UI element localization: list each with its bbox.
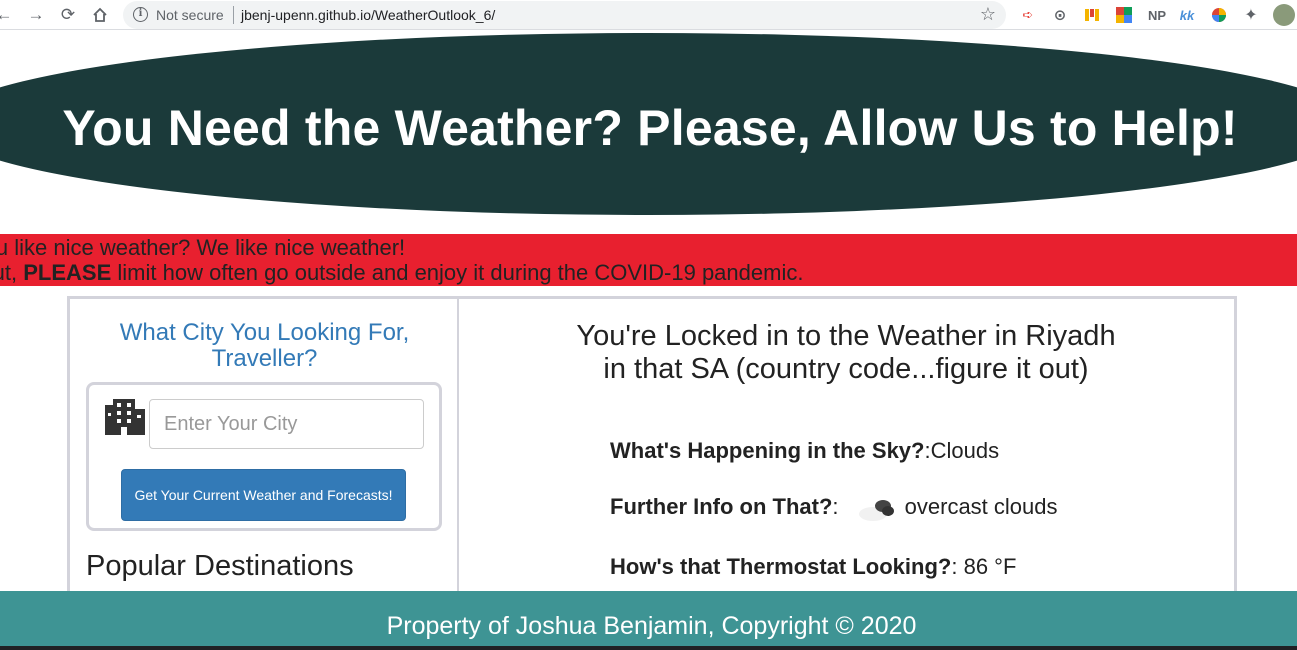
reload-icon[interactable]: ⟳ xyxy=(56,3,80,27)
address-bar[interactable]: i Not secure jbenj-upenn.github.io/Weath… xyxy=(123,1,1006,29)
extension-grid-icon[interactable] xyxy=(1114,5,1134,25)
taskbar-edge xyxy=(0,646,1297,650)
temp-label: How's that Thermostat Looking? xyxy=(610,554,952,579)
extension-circle-icon[interactable]: ⊙ xyxy=(1050,5,1070,25)
home-icon[interactable] xyxy=(88,3,112,27)
url-text[interactable]: jbenj-upenn.github.io/WeatherOutlook_6/ xyxy=(241,7,495,23)
sky-value: Clouds xyxy=(930,438,1000,463)
extensions-puzzle-icon[interactable]: ✦ xyxy=(1241,5,1261,25)
extension-kk-icon[interactable]: kk xyxy=(1177,5,1197,25)
avatar[interactable] xyxy=(1273,4,1295,26)
extension-arrow-icon[interactable]: ➪ xyxy=(1018,5,1038,25)
browser-toolbar: ← → ⟳ i Not secure jbenj-upenn.github.io… xyxy=(0,0,1297,30)
banner-line-1: You like nice weather? We like nice weat… xyxy=(0,235,406,260)
banner-line-2: But, PLEASE limit how often go outside a… xyxy=(0,260,803,286)
banner-line-2-prefix: But, xyxy=(0,260,18,285)
weather-sky-row: What's Happening in the Sky?:Clouds xyxy=(610,438,1000,463)
info-value: overcast clouds xyxy=(904,494,1058,519)
extension-bars-icon[interactable] xyxy=(1082,5,1102,25)
footer-copyright: Property of Joshua Benjamin, Copyright ©… xyxy=(386,612,917,640)
site-header: You Need the Weather? Please, Allow Us t… xyxy=(0,33,1297,215)
info-icon[interactable]: i xyxy=(133,7,148,22)
weather-title: You're Locked in to the Weather in Riyad… xyxy=(576,320,1116,385)
back-icon[interactable]: ← xyxy=(0,3,16,27)
info-label: Further Info on That? xyxy=(610,494,833,519)
extension-color-wheel-icon[interactable] xyxy=(1209,5,1229,25)
banner-emphasis: PLEASE xyxy=(23,260,112,285)
popular-destinations-heading: Popular Destinations xyxy=(86,550,354,582)
weather-temp-row: How's that Thermostat Looking?: 86 °F xyxy=(610,554,1017,579)
temp-value: 86 °F xyxy=(963,554,1017,579)
extension-np-icon[interactable]: NP xyxy=(1145,5,1169,25)
sky-label: What's Happening in the Sky? xyxy=(610,438,925,463)
forward-icon[interactable]: → xyxy=(24,3,48,27)
security-label: Not secure xyxy=(156,7,224,23)
covid-banner: You like nice weather? We like nice weat… xyxy=(0,234,1297,286)
search-heading: What City You Looking For, Traveller? xyxy=(119,319,410,372)
get-weather-button[interactable]: Get Your Current Weather and Forecasts! xyxy=(121,469,406,521)
bookmark-star-icon[interactable]: ☆ xyxy=(980,4,996,25)
building-icon xyxy=(103,399,147,435)
banner-line-2-suffix: limit how often go outside and enjoy it … xyxy=(111,260,804,285)
page-title: You Need the Weather? Please, Allow Us t… xyxy=(62,100,1238,156)
weather-info-row: Further Info on That?: overcast clouds xyxy=(610,494,1058,522)
city-search-input[interactable] xyxy=(149,399,424,449)
overcast-cloud-icon xyxy=(857,494,899,522)
site-footer: Property of Joshua Benjamin, Copyright ©… xyxy=(0,591,1297,650)
divider xyxy=(233,6,234,24)
